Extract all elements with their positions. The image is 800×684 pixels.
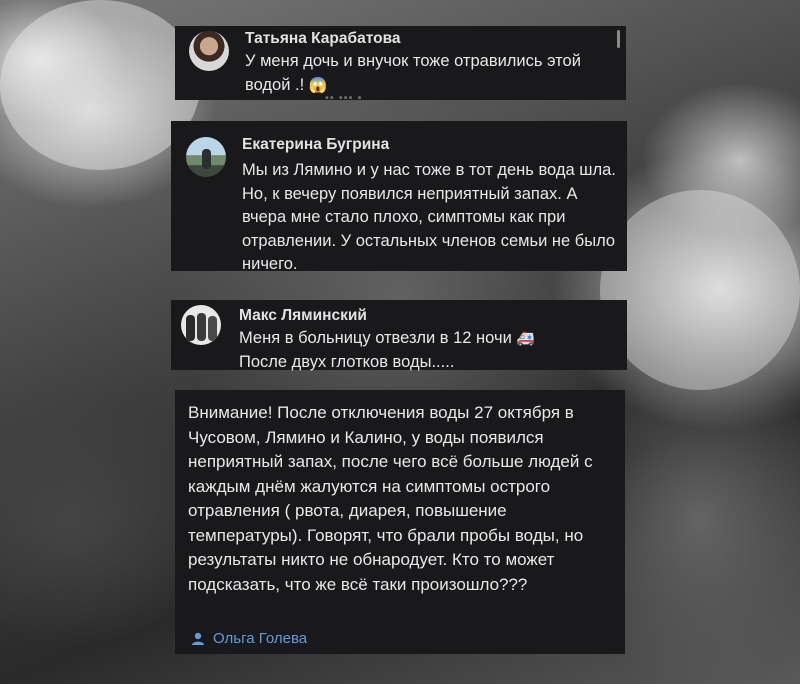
- comment-footer-cut: ▪▪ ▪▪▪ ▪: [325, 92, 363, 104]
- avatar-figure: [197, 313, 206, 341]
- avatar[interactable]: [186, 137, 226, 177]
- comment-text-line1: Меня в больницу отвезли в 12 ночи: [239, 329, 512, 347]
- comment-card-2: Екатерина Бугрина Мы из Лямино и у нас т…: [171, 121, 627, 273]
- comment-text: У меня дочь и внучок тоже отравились это…: [245, 50, 615, 97]
- post-card: Внимание! После отключения воды 27 октяб…: [175, 390, 625, 654]
- post-author-name[interactable]: Ольга Голева: [213, 630, 307, 647]
- avatar-figure: [186, 315, 195, 341]
- comment-text: Меня в больницу отвезли в 12 ночи 🚑 Посл…: [239, 327, 619, 374]
- comment-text-line2: После двух глотков воды.....: [239, 352, 455, 371]
- comment-author[interactable]: Макс Ляминский: [239, 307, 367, 325]
- background-nose-highlight: [0, 0, 200, 170]
- avatar-figure: [208, 316, 217, 341]
- user-icon: [192, 632, 204, 645]
- scrollbar[interactable]: [617, 30, 620, 48]
- comment-author[interactable]: Татьяна Карабатова: [245, 30, 401, 48]
- avatar[interactable]: [181, 305, 221, 345]
- ambulance-emoji-icon: 🚑: [516, 330, 536, 347]
- comment-author[interactable]: Екатерина Бугрина: [242, 136, 389, 154]
- scream-emoji-icon: 😱: [308, 76, 328, 94]
- comment-card-3: Макс Ляминский Меня в больницу отвезли в…: [171, 300, 627, 371]
- post-author-link[interactable]: Ольга Голева: [191, 630, 307, 647]
- avatar[interactable]: [189, 31, 229, 71]
- comment-text-line1: У меня дочь и внучок тоже отравились это…: [245, 52, 581, 70]
- avatar-figure: [202, 149, 211, 169]
- background-hand-highlight: [600, 190, 800, 390]
- comment-text-line2: водой .!: [245, 75, 305, 94]
- comment-text: Мы из Лямино и у нас тоже в тот день вод…: [242, 161, 616, 273]
- comment-card-1: Татьяна Карабатова У меня дочь и внучок …: [175, 26, 626, 104]
- post-text: Внимание! После отключения воды 27 октяб…: [188, 403, 593, 594]
